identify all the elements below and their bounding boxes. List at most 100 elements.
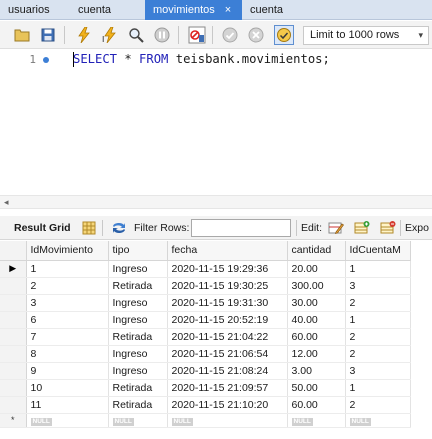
table-cell[interactable]: 6 xyxy=(26,311,109,329)
table-row[interactable]: 10 Retirada 2020-11-15 21:09:57 50.00 1 xyxy=(0,379,411,397)
table-cell[interactable]: 10 xyxy=(26,379,109,397)
table-cell[interactable]: 2 xyxy=(26,277,109,295)
table-cell[interactable]: 2020-11-15 21:09:57 xyxy=(167,379,288,397)
table-cell[interactable]: 1 xyxy=(345,379,411,397)
grid-layout-icon[interactable] xyxy=(80,219,98,237)
row-header[interactable] xyxy=(0,396,27,414)
table-row[interactable]: ▶ 1 Ingreso 2020-11-15 19:29:36 20.00 1 xyxy=(0,260,411,278)
table-cell[interactable]: Retirada xyxy=(108,379,168,397)
table-row[interactable]: 7 Retirada 2020-11-15 21:04:22 60.00 2 xyxy=(0,328,411,346)
table-cell[interactable]: 2 xyxy=(345,328,411,346)
table-cell[interactable]: 1 xyxy=(345,260,411,278)
table-cell[interactable]: NULL xyxy=(287,413,346,428)
table-cell[interactable]: Ingreso xyxy=(108,311,168,329)
table-cell[interactable]: 2020-11-15 20:52:19 xyxy=(167,311,288,329)
table-cell[interactable]: 2020-11-15 21:10:20 xyxy=(167,396,288,414)
row-header[interactable] xyxy=(0,294,27,312)
table-row[interactable]: 11 Retirada 2020-11-15 21:10:20 60.00 2 xyxy=(0,396,411,414)
delete-row-icon[interactable] xyxy=(379,219,397,237)
table-cell[interactable]: 3 xyxy=(26,294,109,312)
row-header[interactable] xyxy=(0,345,27,363)
autocommit-icon[interactable] xyxy=(274,25,294,45)
table-row[interactable]: 6 Ingreso 2020-11-15 20:52:19 40.00 1 xyxy=(0,311,411,329)
row-header[interactable] xyxy=(0,362,27,380)
table-cell[interactable]: 60.00 xyxy=(287,328,346,346)
rollback-icon[interactable] xyxy=(246,25,266,45)
table-cell[interactable]: 2020-11-15 19:31:30 xyxy=(167,294,288,312)
table-cell[interactable]: 12.00 xyxy=(287,345,346,363)
table-row[interactable]: 9 Ingreso 2020-11-15 21:08:24 3.00 3 xyxy=(0,362,411,380)
column-header[interactable]: tipo xyxy=(108,241,168,261)
table-cell[interactable]: Ingreso xyxy=(108,345,168,363)
table-cell[interactable]: 3 xyxy=(345,362,411,380)
table-cell[interactable]: 300.00 xyxy=(287,277,346,295)
insert-row-icon[interactable] xyxy=(353,219,371,237)
sql-editor[interactable]: 1 SELECT * FROM teisbank.movimientos; xyxy=(0,49,432,195)
row-header[interactable]: ▶ xyxy=(0,260,27,278)
toggle-output-icon[interactable] xyxy=(187,25,207,45)
execute-current-icon[interactable]: I xyxy=(100,25,120,45)
table-cell[interactable]: Ingreso xyxy=(108,294,168,312)
table-cell[interactable]: 1 xyxy=(26,260,109,278)
open-file-icon[interactable] xyxy=(12,25,32,45)
table-cell[interactable]: NULL xyxy=(108,413,168,428)
column-header[interactable]: cantidad xyxy=(287,241,346,261)
row-header[interactable] xyxy=(0,311,27,329)
limit-rows-select[interactable]: Limit to 1000 rows ▾ xyxy=(303,26,429,45)
table-cell[interactable]: 7 xyxy=(26,328,109,346)
table-cell[interactable]: 2020-11-15 21:06:54 xyxy=(167,345,288,363)
table-cell[interactable]: NULL xyxy=(345,413,411,428)
close-tab-icon[interactable]: × xyxy=(225,4,231,16)
table-cell[interactable]: 2 xyxy=(345,294,411,312)
export-label[interactable]: Expo xyxy=(405,222,429,234)
table-cell[interactable]: 2020-11-15 19:30:25 xyxy=(167,277,288,295)
refresh-icon[interactable] xyxy=(110,219,128,237)
table-cell[interactable]: 3.00 xyxy=(287,362,346,380)
row-header[interactable] xyxy=(0,379,27,397)
explain-icon[interactable] xyxy=(126,25,146,45)
save-icon[interactable] xyxy=(38,25,58,45)
table-cell[interactable]: Ingreso xyxy=(108,260,168,278)
column-header[interactable]: IdMovimiento xyxy=(26,241,109,261)
table-cell[interactable]: 9 xyxy=(26,362,109,380)
edit-row-icon[interactable] xyxy=(327,219,345,237)
table-cell[interactable]: 30.00 xyxy=(287,294,346,312)
table-cell[interactable]: 2 xyxy=(345,396,411,414)
row-header[interactable] xyxy=(0,328,27,346)
row-header[interactable] xyxy=(0,277,27,295)
table-cell[interactable]: Retirada xyxy=(108,328,168,346)
column-header[interactable]: fecha xyxy=(167,241,288,261)
scroll-left-icon[interactable]: ◂ xyxy=(4,197,9,208)
table-cell[interactable]: 3 xyxy=(345,277,411,295)
table-cell[interactable]: 60.00 xyxy=(287,396,346,414)
tab-cuenta-2[interactable]: cuenta xyxy=(242,0,312,20)
execute-icon[interactable] xyxy=(74,25,94,45)
table-cell[interactable]: 1 xyxy=(345,311,411,329)
commit-icon[interactable] xyxy=(220,25,240,45)
stop-icon[interactable] xyxy=(152,25,172,45)
table-cell[interactable]: 2020-11-15 19:29:36 xyxy=(167,260,288,278)
table-cell[interactable]: 50.00 xyxy=(287,379,346,397)
table-row[interactable]: 8 Ingreso 2020-11-15 21:06:54 12.00 2 xyxy=(0,345,411,363)
tab-movimientos[interactable]: movimientos × xyxy=(145,0,242,20)
table-cell[interactable]: 2020-11-15 21:08:24 xyxy=(167,362,288,380)
table-cell[interactable]: 8 xyxy=(26,345,109,363)
table-cell[interactable]: Retirada xyxy=(108,396,168,414)
tab-usuarios[interactable]: usuarios xyxy=(0,0,70,20)
table-cell[interactable]: 2020-11-15 21:04:22 xyxy=(167,328,288,346)
table-cell[interactable]: Retirada xyxy=(108,277,168,295)
editor-horizontal-scrollbar[interactable]: ◂ xyxy=(0,195,432,209)
sql-code-line[interactable]: SELECT * FROM teisbank.movimientos; xyxy=(73,51,330,67)
result-grid[interactable]: IdMovimiento tipo fecha cantidad IdCuent… xyxy=(0,241,432,439)
filter-rows-input[interactable] xyxy=(191,219,291,237)
table-cell[interactable]: 11 xyxy=(26,396,109,414)
table-cell[interactable]: NULL xyxy=(26,413,109,428)
result-grid-label[interactable]: Result Grid xyxy=(14,222,71,234)
table-cell[interactable]: Ingreso xyxy=(108,362,168,380)
table-cell[interactable]: 20.00 xyxy=(287,260,346,278)
table-cell[interactable]: NULL xyxy=(167,413,288,428)
table-row[interactable]: 2 Retirada 2020-11-15 19:30:25 300.00 3 xyxy=(0,277,411,295)
table-cell[interactable]: 2 xyxy=(345,345,411,363)
column-header[interactable]: IdCuentaM xyxy=(345,241,411,261)
table-row[interactable]: 3 Ingreso 2020-11-15 19:31:30 30.00 2 xyxy=(0,294,411,312)
